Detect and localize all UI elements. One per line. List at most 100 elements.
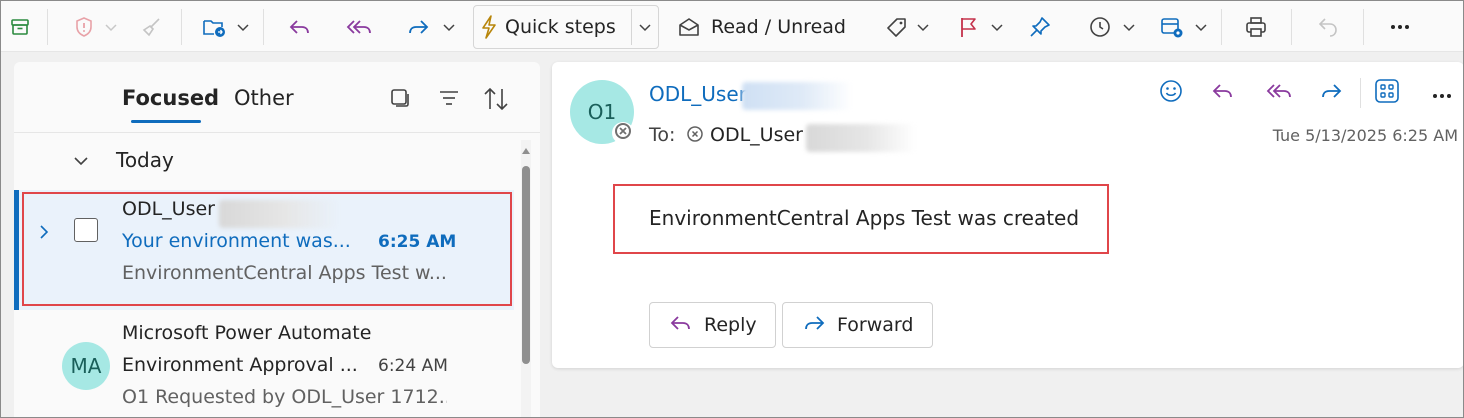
rules-button[interactable] <box>1155 1 1189 52</box>
react-button[interactable] <box>1158 78 1184 108</box>
reading-more-button[interactable] <box>1432 78 1452 108</box>
filter-button[interactable] <box>437 86 461 114</box>
tab-other[interactable]: Other <box>234 86 294 110</box>
forward-icon <box>801 312 827 339</box>
message-time: 6:24 AM <box>378 356 448 376</box>
chevron-down-icon <box>237 17 249 36</box>
reply-label: Reply <box>704 314 757 336</box>
tab-focused[interactable]: Focused <box>122 86 219 110</box>
pin-icon <box>1028 15 1052 39</box>
reply-icon <box>287 16 313 38</box>
forward-icon <box>1318 80 1344 106</box>
avatar: MA <box>62 342 110 390</box>
chevron-down-icon <box>74 151 88 170</box>
chevron-down-icon <box>443 17 455 36</box>
forward-dropdown-chevron[interactable] <box>443 1 455 52</box>
print-icon <box>1244 15 1268 39</box>
more-icon <box>1389 24 1411 30</box>
received-date: Tue 5/13/2025 6:25 AM <box>1272 126 1458 145</box>
recipient-presence-icon <box>686 125 704 147</box>
smiley-icon <box>1158 78 1184 108</box>
move-icon <box>202 16 226 38</box>
chevron-down-icon <box>1123 17 1135 36</box>
apps-icon <box>1374 78 1400 108</box>
message-preview: O1 Requested by ODL_User 1712... <box>122 386 447 408</box>
chevron-down-icon <box>917 17 929 36</box>
report-icon <box>73 16 95 38</box>
flag-icon <box>957 15 979 39</box>
highlight-annotation <box>22 192 512 306</box>
message-sender: Microsoft Power Automate <box>122 322 372 344</box>
sender-name[interactable]: ODL_User <box>649 82 747 106</box>
sweep-button[interactable] <box>135 1 169 52</box>
recipient-name[interactable]: ODL_User <box>710 124 803 146</box>
move-to-button[interactable] <box>197 1 231 52</box>
message-list-pane: Focused Other Today ODL_User Your enviro… <box>14 62 540 418</box>
snooze-dropdown-chevron[interactable] <box>1123 1 1135 52</box>
quick-steps-button[interactable]: Quick steps <box>481 1 631 52</box>
highlight-annotation <box>613 184 1109 254</box>
active-tab-indicator <box>131 120 201 123</box>
reply-icon <box>668 312 694 339</box>
reply-button[interactable] <box>283 1 317 52</box>
archive-icon <box>9 16 31 38</box>
chevron-down-icon <box>1195 17 1207 36</box>
chevron-down-icon <box>105 17 117 36</box>
snooze-button[interactable] <box>1083 1 1117 52</box>
flag-dropdown-chevron[interactable] <box>991 1 1003 52</box>
group-header-today[interactable]: Today <box>74 148 174 172</box>
presence-offline-icon <box>614 122 632 144</box>
flag-button[interactable] <box>951 1 985 52</box>
chevron-down-icon <box>991 17 1003 36</box>
inbox-tabs: Focused Other <box>14 62 540 132</box>
apps-button[interactable] <box>1374 78 1400 108</box>
reply-button-inline[interactable]: Reply <box>649 302 776 348</box>
undo-button[interactable] <box>1311 1 1345 52</box>
scroll-up-arrow[interactable] <box>521 141 531 155</box>
chevron-down-icon <box>639 17 651 36</box>
scrollbar-thumb[interactable] <box>522 166 530 364</box>
message-subject: Environment Approval ... <box>122 354 358 376</box>
quick-steps-dropdown-chevron[interactable] <box>639 1 651 52</box>
triangle-up-icon <box>522 139 530 158</box>
reply-all-icon <box>344 16 374 38</box>
reading-forward-button[interactable] <box>1318 78 1344 108</box>
sort-icon <box>482 87 510 116</box>
forward-button[interactable] <box>401 1 435 52</box>
move-dropdown-chevron[interactable] <box>237 1 249 52</box>
reading-pane: O1 ODL_User To: ODL_User Tue 5/13/2025 6… <box>552 62 1464 368</box>
reading-reply-all-button[interactable] <box>1264 78 1294 108</box>
print-button[interactable] <box>1239 1 1273 52</box>
report-dropdown-chevron[interactable] <box>105 1 117 52</box>
pin-button[interactable] <box>1023 1 1057 52</box>
categorize-dropdown-chevron[interactable] <box>917 1 929 52</box>
to-label: To: <box>649 124 676 146</box>
forward-button-inline[interactable]: Forward <box>782 302 933 348</box>
forward-icon <box>405 16 431 38</box>
more-options-button[interactable] <box>1383 1 1417 52</box>
select-all-icon <box>388 89 412 114</box>
reply-icon <box>1210 80 1236 106</box>
reply-all-button[interactable] <box>341 1 377 52</box>
categorize-button[interactable] <box>879 1 913 52</box>
rules-icon <box>1159 15 1185 39</box>
more-icon <box>1432 84 1452 103</box>
archive-button[interactable] <box>3 1 37 52</box>
redacted-recipient-email <box>806 124 916 152</box>
clock-icon <box>1088 15 1112 39</box>
envelope-open-icon <box>677 16 701 38</box>
report-button[interactable] <box>67 1 101 52</box>
filter-icon <box>437 91 461 114</box>
sort-button[interactable] <box>482 86 510 116</box>
reading-reply-button[interactable] <box>1210 78 1236 108</box>
command-toolbar: Quick steps Read / Unread <box>1 1 1463 52</box>
read-unread-button[interactable]: Read / Unread <box>677 1 855 52</box>
message-item[interactable]: MA Microsoft Power Automate Environment … <box>14 314 514 418</box>
select-button[interactable] <box>388 86 412 114</box>
forward-label: Forward <box>837 314 914 336</box>
rules-dropdown-chevron[interactable] <box>1195 1 1207 52</box>
quick-steps-label: Quick steps <box>505 15 616 38</box>
presence-badge <box>612 122 634 144</box>
group-label: Today <box>116 148 174 172</box>
redacted-sender-email <box>742 82 852 110</box>
